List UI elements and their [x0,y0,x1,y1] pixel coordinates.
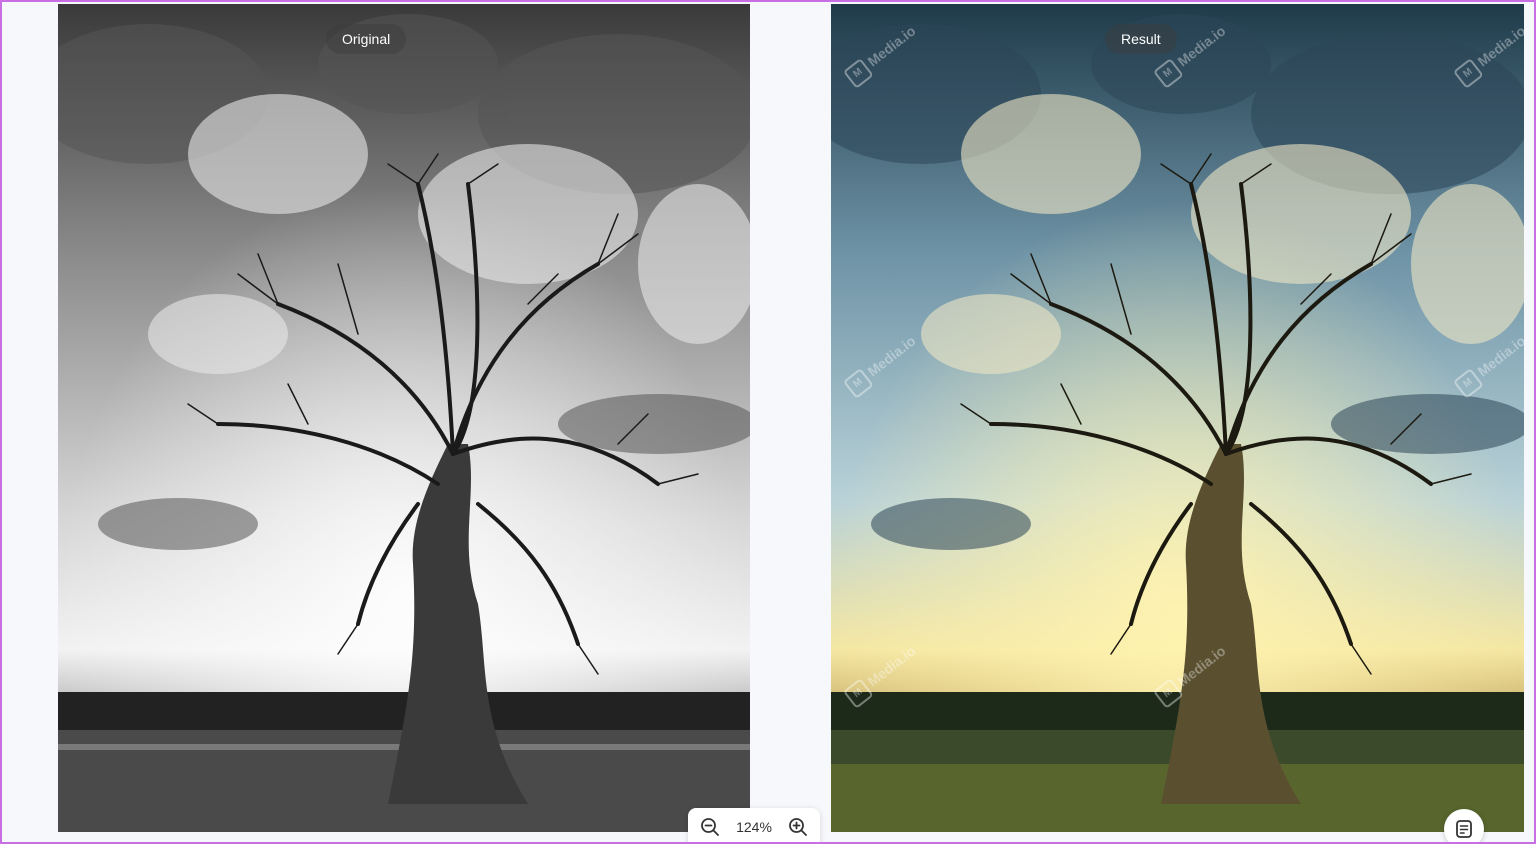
zoom-out-button[interactable] [698,815,722,839]
notes-button[interactable] [1444,809,1484,842]
zoom-in-button[interactable] [786,815,810,839]
zoom-controls: 124% [688,808,820,842]
original-image-panel[interactable]: Original [58,4,750,832]
notes-icon [1456,820,1472,838]
original-label: Original [326,24,407,54]
original-image [58,4,750,832]
result-image [831,4,1524,832]
app-frame: Original MMedia.io MMedia.io MMedia.io M… [0,0,1536,844]
result-image-panel[interactable]: MMedia.io MMedia.io MMedia.io MMedia.io … [831,4,1524,832]
result-label: Result [1105,24,1177,54]
zoom-level: 124% [736,819,772,835]
zoom-in-icon [789,818,807,836]
zoom-out-icon [701,818,719,836]
